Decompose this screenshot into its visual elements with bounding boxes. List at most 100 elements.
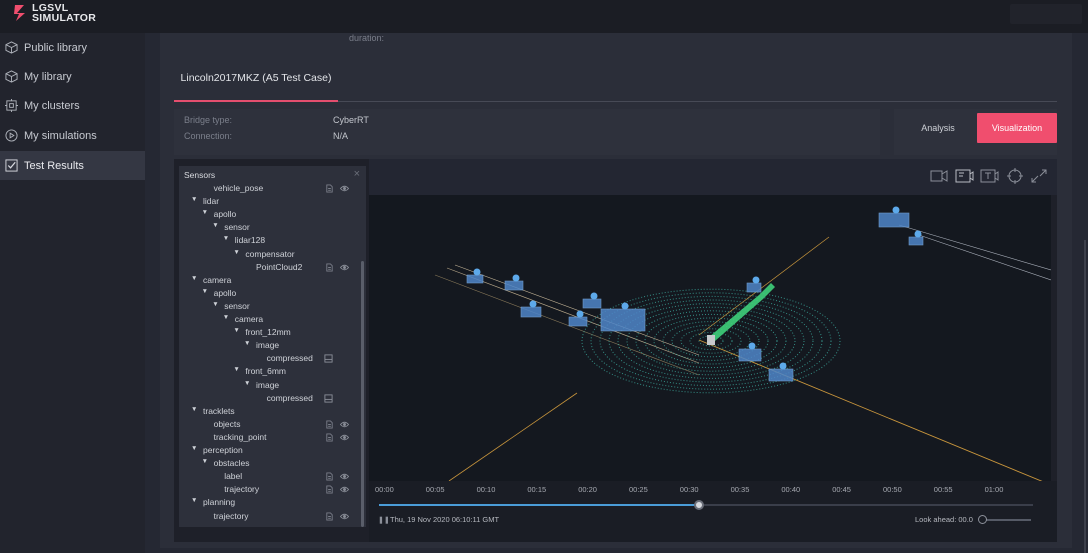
look-ahead-slider[interactable] [981, 519, 1031, 521]
expand-arrow-icon[interactable]: ▼ [191, 275, 197, 282]
tree-row[interactable]: trajectory [179, 484, 359, 497]
eye-icon[interactable] [340, 512, 349, 521]
eye-icon[interactable] [340, 433, 349, 442]
tree-row-label: camera [234, 314, 264, 324]
sidebar-item-my-clusters[interactable]: My clusters [0, 91, 145, 120]
tree-row[interactable]: ▼ perception [179, 445, 359, 458]
connection-info-panel: Bridge type: CyberRT Connection: N/A [174, 109, 880, 155]
checklist-icon [5, 159, 18, 172]
image-icon[interactable] [324, 354, 333, 363]
document-icon[interactable] [325, 511, 334, 521]
tree-row[interactable]: ▼ sensor [179, 222, 359, 235]
user-menu[interactable] [1010, 4, 1082, 24]
expand-arrow-icon[interactable]: ▼ [191, 445, 197, 452]
timeline-progress [379, 504, 700, 506]
expand-arrow-icon[interactable]: ▼ [223, 235, 229, 242]
image-icon[interactable] [324, 394, 333, 403]
expand-arrow-icon[interactable]: ▼ [202, 209, 208, 216]
3d-scene-view[interactable] [369, 195, 1051, 481]
expand-arrow-icon[interactable]: ▼ [212, 301, 218, 308]
expand-arrow-icon[interactable]: ▼ [191, 406, 197, 413]
document-icon[interactable] [325, 433, 334, 442]
expand-arrow-icon[interactable]: ▼ [244, 380, 250, 387]
vehicle-marker [590, 292, 598, 300]
expand-icon[interactable] [1029, 167, 1049, 185]
document-icon[interactable] [325, 485, 334, 494]
sidebar-item-public-library[interactable]: Public library [0, 33, 145, 62]
tree-row[interactable]: trajectory [179, 511, 359, 524]
tree-row[interactable]: ▼ front_6mm [179, 366, 359, 379]
tab-vehicle[interactable]: Lincoln2017MKZ (A5 Test Case) [174, 71, 338, 86]
tree-row[interactable]: ▼ lidar128 [179, 235, 359, 248]
timeline-track[interactable] [379, 500, 1033, 510]
expand-arrow-icon[interactable]: ▼ [233, 366, 239, 373]
tree-row[interactable]: ▼ front_12mm [179, 327, 359, 340]
timeline-knob[interactable] [694, 500, 705, 510]
document-icon[interactable] [325, 420, 334, 429]
logo-icon [14, 5, 25, 21]
document-icon[interactable] [325, 263, 334, 272]
expand-arrow-icon[interactable]: ▼ [212, 222, 218, 229]
tree-row[interactable]: ▼ planning [179, 497, 359, 510]
expand-arrow-icon[interactable]: ▼ [191, 196, 197, 203]
tree-row[interactable]: vehicle_pose [179, 183, 359, 196]
expand-arrow-icon[interactable]: ▼ [223, 314, 229, 321]
tree-row-label: vehicle_pose [213, 183, 264, 193]
play-circle-icon [5, 129, 18, 142]
tree-row[interactable]: ▼ sensor [179, 301, 359, 314]
sidebar-item-my-library[interactable]: My library [0, 62, 145, 91]
frame-icon[interactable] [954, 167, 974, 185]
timeline-bar: 00:00 00:05 00:10 00:15 00:20 00:25 00:30 00:35… [369, 481, 1057, 542]
tree-row-label: obstacles [213, 458, 250, 469]
sensors-scrollbar[interactable] [361, 261, 364, 527]
tree-row[interactable]: ▼ camera [179, 314, 359, 327]
expand-arrow-icon[interactable]: ▼ [202, 288, 208, 295]
eye-icon[interactable] [340, 184, 349, 193]
vehicle-box [582, 298, 602, 309]
visualization-button[interactable]: Visualization [977, 113, 1057, 143]
tree-row[interactable]: compressed [179, 393, 359, 406]
sidebar-item-label: Test Results [24, 159, 84, 172]
sidebar-item-my-simulations[interactable]: My simulations [0, 121, 145, 150]
expand-arrow-icon[interactable]: ▼ [191, 497, 197, 504]
tree-row-label: image [256, 379, 280, 390]
video-record-icon[interactable] [929, 167, 949, 185]
document-icon[interactable] [325, 184, 334, 193]
sidebar-item-test-results[interactable]: Test Results [0, 151, 145, 180]
expand-arrow-icon[interactable]: ▼ [233, 249, 239, 256]
tree-row[interactable]: ▼ lidar [179, 196, 359, 209]
tree-row[interactable]: ▼ camera [179, 275, 359, 288]
expand-arrow-icon[interactable]: ▼ [202, 458, 208, 465]
analysis-button[interactable]: Analysis [904, 113, 972, 143]
app-logo[interactable]: LGSVL SIMULATOR [12, 3, 96, 23]
row-actions [325, 485, 349, 494]
eye-icon[interactable] [340, 472, 349, 481]
eye-icon[interactable] [340, 485, 349, 494]
tree-row[interactable]: compressed [179, 353, 359, 366]
vehicle-marker [473, 268, 481, 276]
tree-row[interactable]: ▼ apollo [179, 209, 359, 222]
pause-icon[interactable]: ❚❚ [378, 516, 390, 524]
page-scrollbar[interactable] [1084, 240, 1086, 553]
close-icon[interactable]: × [354, 168, 360, 180]
eye-icon[interactable] [340, 420, 349, 429]
viz-toolbar [369, 159, 1057, 195]
tree-row[interactable]: ▼ image [179, 380, 359, 393]
tree-row[interactable]: label [179, 471, 359, 484]
cube-icon [5, 41, 18, 54]
tree-row[interactable]: ▼ tracklets [179, 406, 359, 419]
tree-row[interactable]: objects [179, 419, 359, 432]
document-icon[interactable] [325, 472, 334, 481]
tree-row[interactable]: ▼ obstacles [179, 458, 359, 471]
tree-row[interactable]: ▼ compensator [179, 249, 359, 262]
expand-arrow-icon[interactable]: ▼ [244, 340, 250, 347]
eye-icon[interactable] [340, 263, 349, 272]
text-overlay-icon[interactable] [979, 167, 999, 185]
crosshair-icon[interactable] [1005, 167, 1025, 185]
tree-row[interactable]: ▼ image [179, 340, 359, 353]
tree-row[interactable]: tracking_point [179, 432, 359, 445]
tree-row[interactable]: PointCloud2 [179, 262, 359, 275]
look-ahead-knob[interactable] [978, 515, 987, 524]
tree-row[interactable]: ▼ apollo [179, 288, 359, 301]
expand-arrow-icon[interactable]: ▼ [233, 327, 239, 334]
